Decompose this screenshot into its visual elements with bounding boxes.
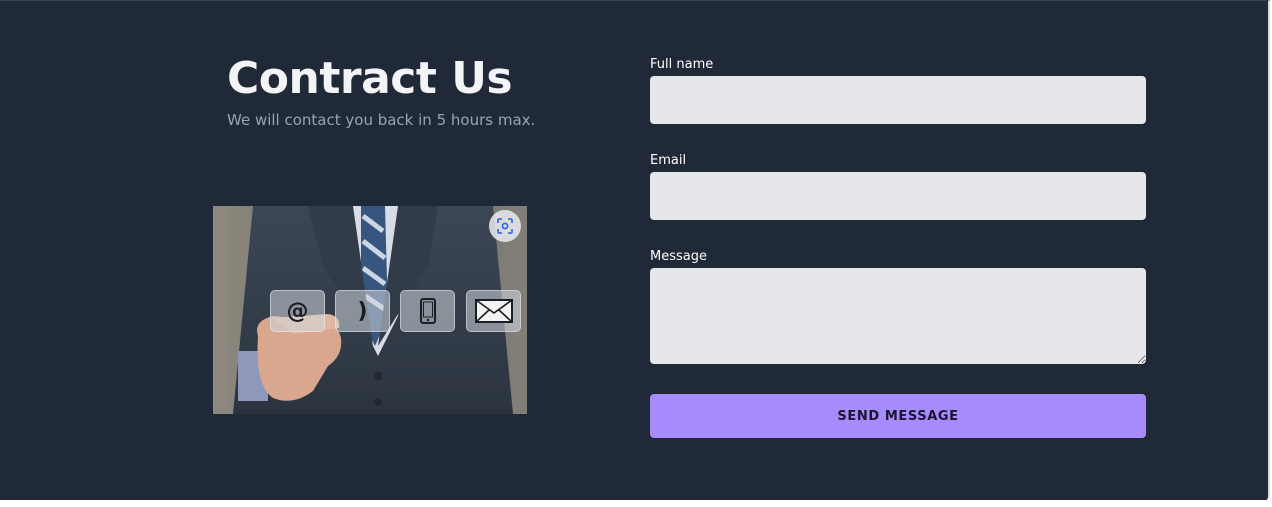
email-input[interactable] bbox=[650, 172, 1146, 220]
lens-button[interactable] bbox=[489, 210, 521, 242]
page-title: Contract Us bbox=[227, 53, 513, 104]
at-sign-icon: @ bbox=[286, 298, 309, 324]
phone-handset-icon: ) bbox=[357, 298, 368, 324]
phone-tile: ) bbox=[335, 290, 390, 332]
at-sign-tile: @ bbox=[270, 290, 325, 332]
envelope-tile bbox=[466, 290, 521, 332]
full-name-input[interactable] bbox=[650, 76, 1146, 124]
mobile-tile bbox=[400, 290, 455, 332]
page-subtitle: We will contact you back in 5 hours max. bbox=[227, 111, 536, 129]
email-label: Email bbox=[650, 153, 687, 168]
full-name-label: Full name bbox=[650, 57, 714, 72]
send-message-button[interactable]: SEND MESSAGE bbox=[650, 394, 1146, 438]
message-label: Message bbox=[650, 249, 707, 264]
message-textarea[interactable] bbox=[650, 268, 1146, 364]
lens-icon bbox=[497, 218, 513, 234]
mobile-phone-icon bbox=[419, 298, 436, 324]
envelope-icon bbox=[474, 299, 513, 323]
contact-section: Contract Us We will contact you back in … bbox=[0, 0, 1270, 500]
